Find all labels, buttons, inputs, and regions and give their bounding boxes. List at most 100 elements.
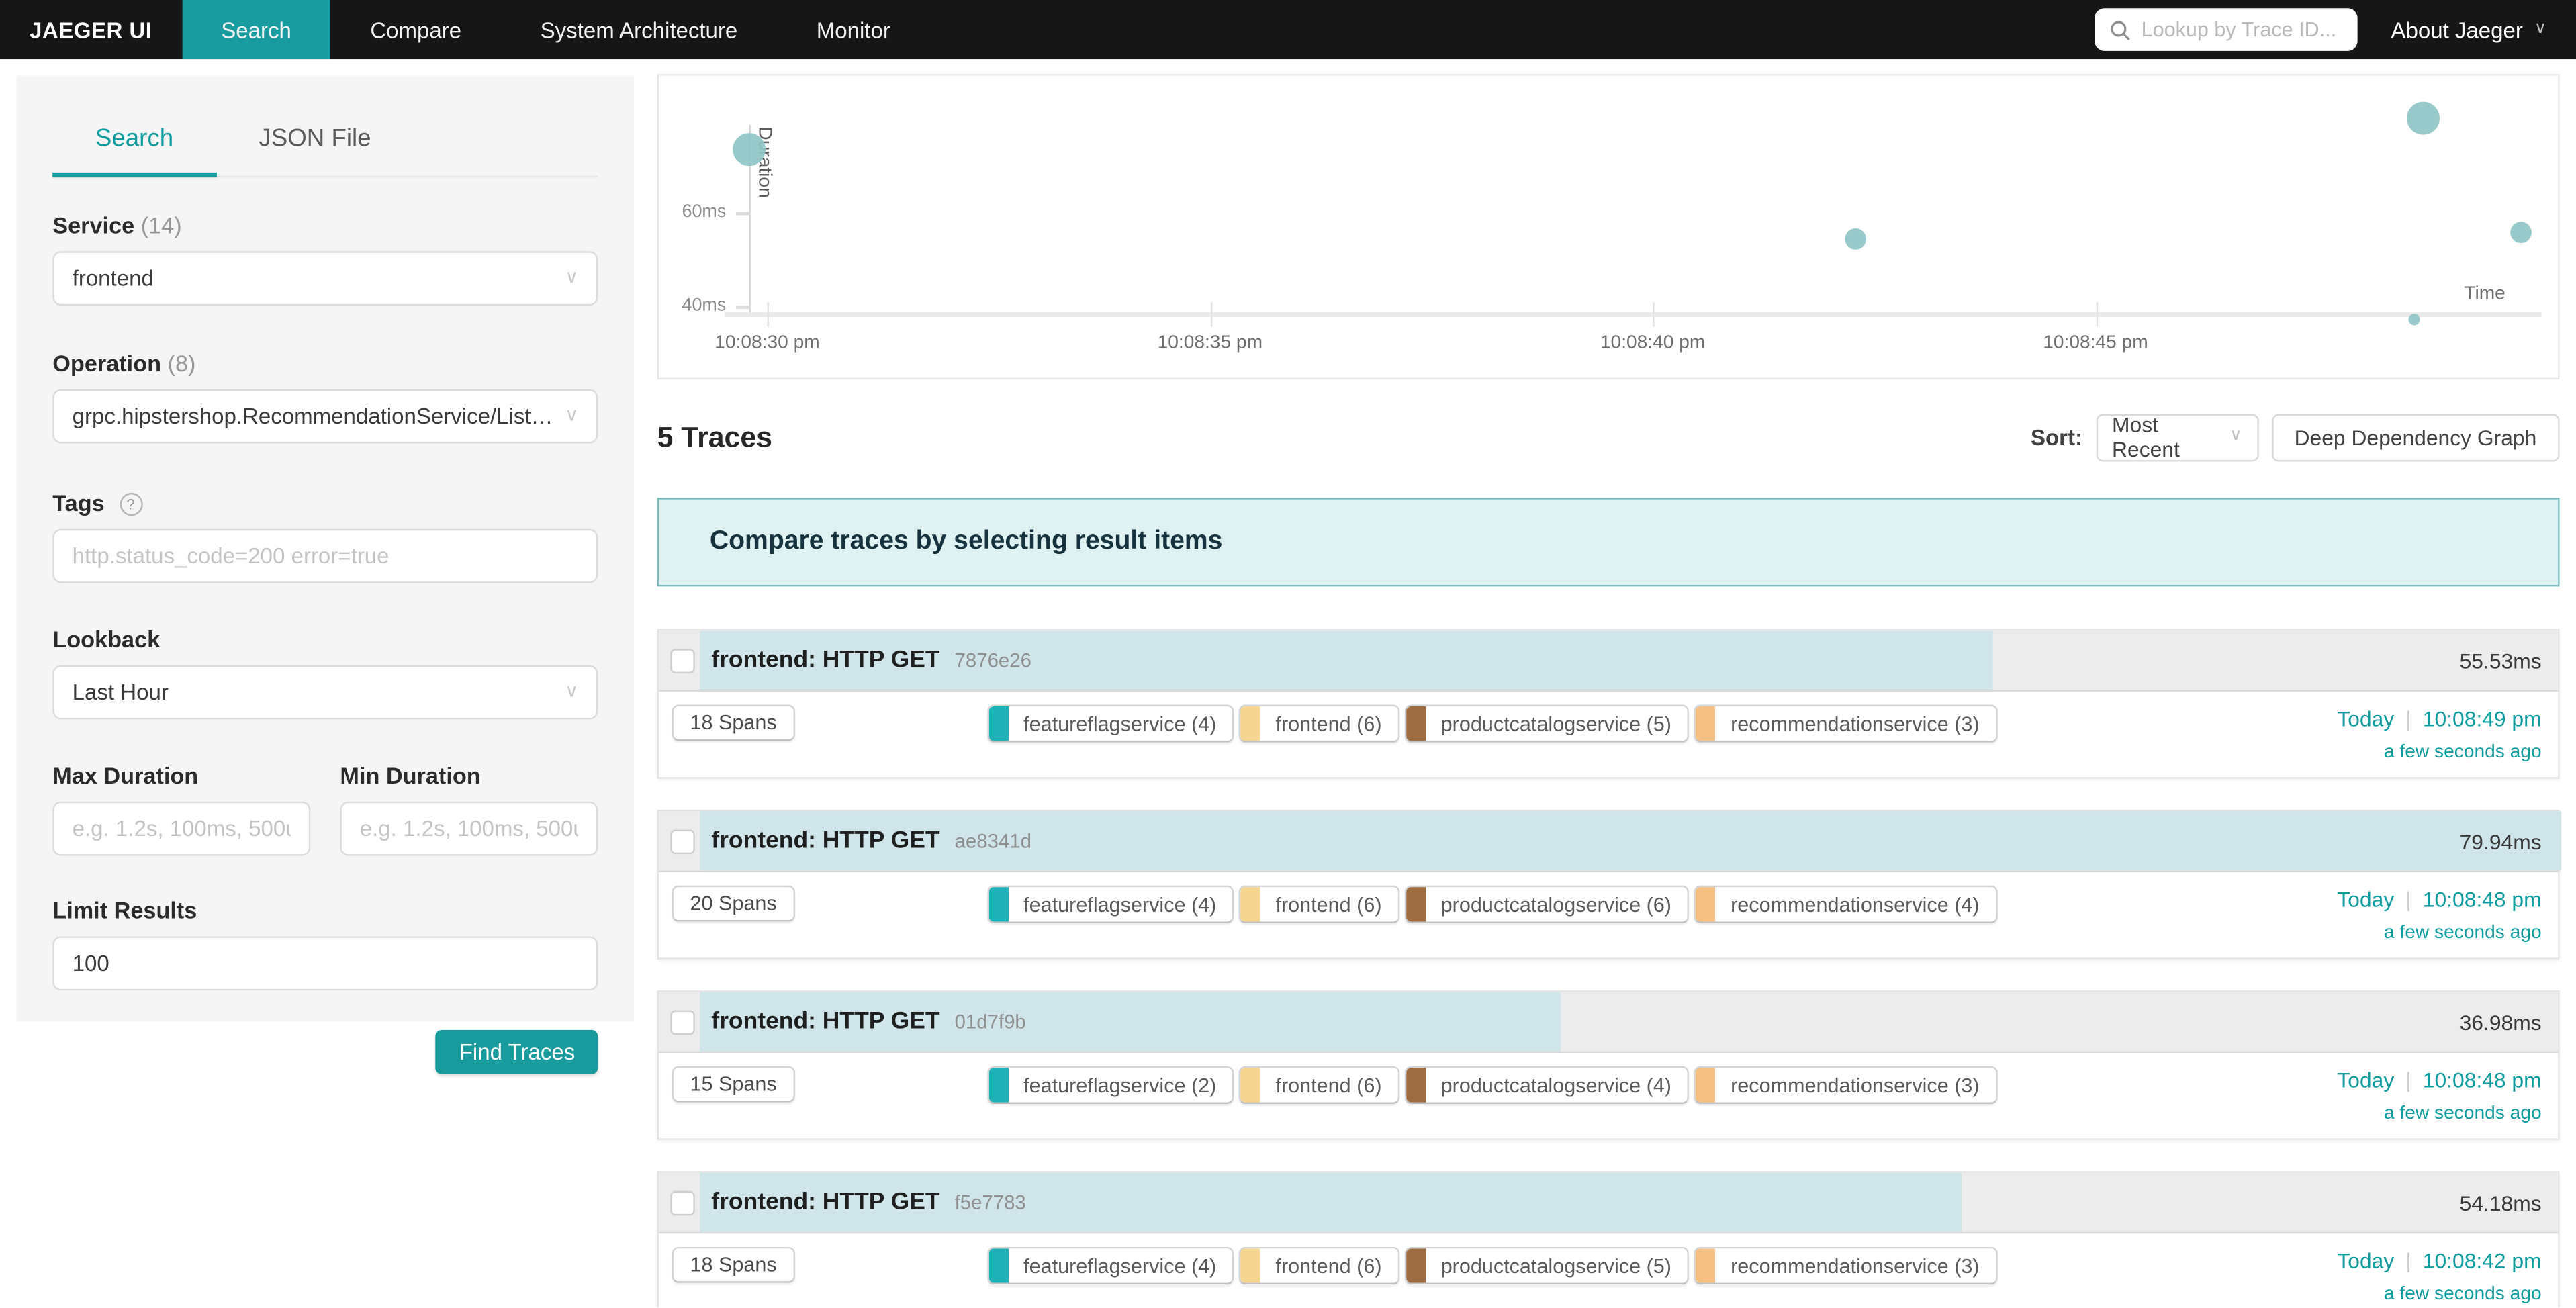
trace-time-link[interactable]: 10:08:42 pm [2423, 1248, 2542, 1273]
x-tick-label: 10:08:40 pm [1563, 334, 1743, 353]
span-count-pill: 15 Spans [672, 1066, 795, 1103]
tag-color-stripe [1696, 706, 1716, 741]
lookback-select[interactable]: Last Hour ∨ [52, 665, 598, 720]
tag-color-stripe [989, 887, 1009, 921]
trace-duration: 36.98ms [2460, 992, 2542, 1052]
trace-checkbox[interactable] [670, 829, 695, 854]
service-tag-label: recommendationservice (3) [1731, 712, 1980, 735]
trace-date-link[interactable]: Today [2337, 706, 2394, 731]
limit-results-input[interactable] [73, 951, 579, 976]
trace-time-link[interactable]: 10:08:48 pm [2423, 1068, 2542, 1092]
service-tag-label: recommendationservice (3) [1731, 1074, 1980, 1096]
trace-times: Today|10:08:49 pm a few seconds ago [2337, 706, 2541, 762]
service-tag-label: productcatalogservice (5) [1441, 1254, 1671, 1277]
trace-checkbox[interactable] [670, 649, 695, 673]
max-duration-input[interactable] [73, 816, 291, 841]
trace-row: frontend: HTTP GET ae8341d 79.94ms 20 Sp… [657, 810, 2560, 960]
service-tag-pill: featureflagservice (4) [987, 705, 1234, 743]
tags-field [52, 529, 598, 583]
trace-row-header[interactable]: frontend: HTTP GET 7876e26 55.53ms [659, 630, 2558, 692]
top-nav: JAEGER UI Search Compare System Architec… [0, 0, 2576, 59]
service-tags: featureflagservice (4) frontend (6) produc… [987, 705, 1997, 743]
service-tag-pill: productcatalogservice (5) [1405, 705, 1690, 743]
tags-input[interactable] [73, 544, 579, 569]
trace-date-link[interactable]: Today [2337, 1068, 2394, 1092]
chevron-down-icon: ∨ [565, 269, 578, 287]
tag-color-stripe [1241, 706, 1260, 741]
service-select[interactable]: frontend ∨ [52, 251, 598, 306]
trace-age: a few seconds ago [2337, 1284, 2541, 1304]
nav-item-search[interactable]: Search [182, 0, 331, 59]
tab-json-file[interactable]: JSON File [216, 99, 414, 176]
scatter-point[interactable] [2409, 314, 2420, 325]
service-tag-pill: frontend (6) [1240, 1066, 1400, 1104]
min-duration-input[interactable] [360, 816, 578, 841]
trace-duration: 55.53ms [2460, 630, 2542, 690]
service-select-value: frontend [73, 266, 154, 291]
sort-label: Sort: [2031, 424, 2082, 449]
tab-search[interactable]: Search [52, 99, 216, 177]
trace-times: Today|10:08:48 pm a few seconds ago [2337, 1068, 2541, 1123]
trace-title: frontend: HTTP GET [711, 1009, 939, 1035]
span-count-pill: 20 Spans [672, 886, 795, 922]
trace-row-header[interactable]: frontend: HTTP GET ae8341d 79.94ms [659, 812, 2558, 873]
tag-color-stripe [1406, 1248, 1426, 1282]
results-header: 5 Traces Sort: Most Recent ∨ Deep Depend… [657, 411, 2560, 463]
trace-time-link[interactable]: 10:08:48 pm [2423, 887, 2542, 912]
operation-select[interactable]: grpc.hipstershop.RecommendationService/L… [52, 389, 598, 444]
tag-color-stripe [1241, 887, 1260, 921]
service-tags: featureflagservice (4)frontend (6)produc… [987, 886, 1997, 923]
nav-item-monitor[interactable]: Monitor [777, 0, 930, 59]
trace-time-link[interactable]: 10:08:49 pm [2423, 706, 2542, 731]
service-tag-pill: recommendationservice (4) [1694, 886, 1997, 923]
service-tag-label: recommendationservice (3) [1731, 1254, 1980, 1277]
y-tick-mark [736, 306, 751, 309]
scatter-point[interactable] [1845, 228, 1867, 250]
service-tag-label: frontend (6) [1275, 893, 1381, 916]
about-jaeger-label: About Jaeger [2391, 17, 2522, 42]
service-tag-pill: productcatalogservice (5) [1405, 1247, 1690, 1284]
y-tick-label: 40ms [659, 295, 737, 315]
trace-row-body: 20 Spans featureflagservice (4)frontend … [659, 872, 2558, 957]
service-tag-pill: recommendationservice (3) [1694, 705, 1997, 743]
find-traces-button[interactable]: Find Traces [436, 1030, 598, 1074]
trace-row-header[interactable]: frontend: HTTP GET 01d7f9b 36.98ms [659, 992, 2558, 1054]
service-tag-pill: recommendationservice (3) [1694, 1066, 1997, 1104]
trace-date-link[interactable]: Today [2337, 1248, 2394, 1273]
x-tick-mark [767, 302, 768, 327]
trace-times: Today|10:08:48 pm a few seconds ago [2337, 887, 2541, 943]
tag-color-stripe [1696, 887, 1716, 921]
trace-checkbox[interactable] [670, 1191, 695, 1216]
trace-row-header[interactable]: frontend: HTTP GET f5e7783 54.18ms [659, 1173, 2558, 1234]
trace-id: 01d7f9b [955, 1011, 1026, 1033]
trace-date-link[interactable]: Today [2337, 887, 2394, 912]
service-tag-label: productcatalogservice (6) [1441, 893, 1671, 916]
trace-row-body: 15 Spans featureflagservice (2)frontend … [659, 1053, 2558, 1138]
x-tick-mark [2095, 302, 2097, 327]
trace-title: frontend: HTTP GET [711, 647, 939, 673]
trace-checkbox[interactable] [670, 1011, 695, 1035]
scatter-point[interactable] [2510, 222, 2531, 244]
service-tag-pill: productcatalogservice (6) [1405, 886, 1690, 923]
tag-color-stripe [989, 1068, 1009, 1102]
nav-item-compare[interactable]: Compare [331, 0, 501, 59]
tag-color-stripe [989, 706, 1009, 741]
scatter-point[interactable] [2407, 102, 2440, 135]
sort-select[interactable]: Most Recent ∨ [2096, 413, 2258, 461]
trace-title-group: frontend: HTTP GET f5e7783 [711, 1173, 1025, 1232]
x-tick-label: 10:08:45 pm [2005, 334, 2186, 353]
trace-id-lookup[interactable] [2095, 8, 2358, 51]
chevron-down-icon: ∨ [2229, 429, 2242, 445]
trace-id-lookup-input[interactable] [2142, 18, 2344, 41]
trace-id: f5e7783 [955, 1191, 1026, 1214]
deep-dependency-graph-button[interactable]: Deep Dependency Graph [2271, 413, 2559, 461]
nav-item-system-architecture[interactable]: System Architecture [501, 0, 777, 59]
x-axis-label: Time [2464, 284, 2505, 303]
tag-color-stripe [1241, 1068, 1260, 1102]
service-tag-label: featureflagservice (4) [1023, 712, 1216, 735]
help-icon[interactable]: ? [119, 493, 142, 516]
time-separator: | [2405, 887, 2411, 912]
trace-title-group: frontend: HTTP GET ae8341d [711, 812, 1031, 871]
about-jaeger-menu[interactable]: About Jaeger ∨ [2391, 17, 2546, 42]
service-tag-label: frontend (6) [1275, 712, 1381, 735]
